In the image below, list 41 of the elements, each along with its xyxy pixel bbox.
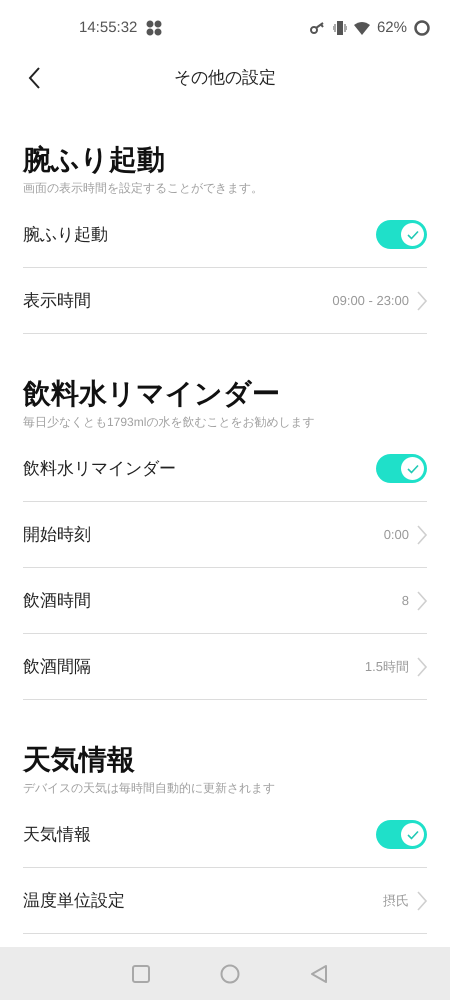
- toggle-switch[interactable]: [376, 220, 427, 249]
- check-icon: [406, 230, 418, 240]
- toggle-switch[interactable]: [376, 820, 427, 849]
- row-label: 飲料水リマインダー: [23, 458, 176, 480]
- row-label: 腕ふり起動: [23, 224, 108, 246]
- home-icon[interactable]: [220, 964, 240, 984]
- fan-icon: [145, 19, 164, 37]
- row-label: 表示時間: [23, 290, 91, 312]
- section-subtitle: 画面の表示時間を設定することができます。: [23, 180, 264, 197]
- row-value: 0:00: [384, 526, 409, 544]
- vibrate-icon: [332, 20, 347, 36]
- section-subtitle: デバイスの天気は毎時間自動的に更新されます: [23, 780, 276, 797]
- row-label: 天気情報: [23, 824, 91, 846]
- status-time: 14:55:32: [79, 18, 138, 38]
- recents-icon[interactable]: [132, 964, 150, 982]
- chevron-right-icon: [417, 656, 427, 676]
- toggle-switch[interactable]: [376, 454, 427, 483]
- chevron-right-icon: [417, 590, 427, 610]
- section-subtitle: 毎日少なくとも1793mlの水を飲むことをお勧めします: [23, 414, 316, 431]
- check-icon: [406, 830, 418, 840]
- section-title: 腕ふり起動: [23, 144, 166, 176]
- wifi-icon: [354, 22, 370, 34]
- row-value: 09:00 - 23:00: [332, 292, 409, 310]
- row-label: 飲酒時間: [23, 590, 91, 612]
- row-label: 開始時刻: [23, 524, 91, 546]
- page-title: その他の設定: [173, 67, 277, 90]
- row-value: 1.5時間: [364, 658, 409, 676]
- section-title: 天気情報: [23, 744, 136, 776]
- back-icon[interactable]: [310, 964, 328, 982]
- section-title: 飲料水リマインダー: [23, 378, 281, 410]
- row-label: 温度単位設定: [23, 890, 125, 912]
- row-value: 8: [402, 592, 409, 610]
- row-value: 摂氏: [383, 892, 409, 910]
- row-label: 飲酒間隔: [23, 656, 91, 678]
- key-icon: [310, 22, 326, 34]
- chevron-right-icon: [417, 524, 427, 544]
- chevron-right-icon: [417, 290, 427, 310]
- battery-ring-icon: [414, 20, 430, 36]
- battery-percent: 62%: [376, 18, 407, 38]
- chevron-right-icon: [417, 890, 427, 910]
- check-icon: [406, 464, 418, 474]
